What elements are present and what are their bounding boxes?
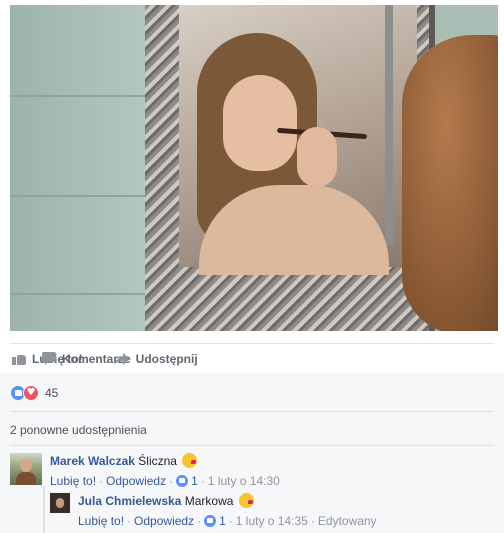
comment-author[interactable]: Marek Walczak (50, 454, 135, 468)
comment-reply: Jula Chmielewska Markowa Lubię to! · Odpow… (50, 493, 377, 530)
comment-timestamp[interactable]: 1 luty o 14:35 (236, 514, 308, 528)
separator-dot: · (228, 514, 233, 528)
comment-meta: Lubię to! · Odpowiedz · 1 · 1 luty o 14:35 · Edy… (78, 512, 377, 530)
comment-content: Jula Chmielewska Markowa (78, 493, 377, 509)
comment-bubble-icon (42, 352, 56, 365)
comment-timestamp[interactable]: 1 luty o 14:30 (208, 474, 280, 488)
separator-dot: · (197, 514, 202, 528)
reflection-face (223, 75, 297, 171)
comment-like-link[interactable]: Lubię to! (78, 514, 124, 528)
divider (10, 445, 494, 446)
comment-body: Marek Walczak Śliczna Lubię to! · Odpowied… (50, 453, 280, 490)
love-reaction-icon (23, 385, 39, 401)
comment-content: Marek Walczak Śliczna (50, 453, 280, 469)
mirror-frame (145, 5, 435, 331)
comment-author[interactable]: Jula Chmielewska (78, 494, 181, 508)
comment-meta: Lubię to! · Odpowiedz · 1 · 1 luty o 14:30 (50, 472, 280, 490)
comment-like-count[interactable]: 1 (191, 474, 198, 488)
thumbs-up-icon (12, 352, 26, 365)
post-action-bar: Lubię to! Komentarze Udostępnij (10, 343, 494, 373)
post-photo-container (0, 0, 504, 335)
share-button[interactable]: Udostępnij (114, 351, 198, 366)
divider (10, 411, 494, 412)
separator-dot: · (169, 474, 174, 488)
comment-body: Jula Chmielewska Markowa Lubię to! · Odpow… (78, 493, 377, 530)
feedback-area: 45 2 ponowne udostępnienia Marek Walczak… (0, 373, 504, 533)
avatar[interactable] (50, 493, 70, 513)
comment-like-count[interactable]: 1 (219, 514, 226, 528)
like-count-icon (176, 475, 189, 487)
comment-text: Śliczna (138, 454, 177, 468)
subject-hair (402, 35, 498, 331)
kiss-emoji-icon (182, 453, 198, 468)
kiss-emoji-icon (238, 493, 254, 508)
edited-label[interactable]: Edytowany (318, 514, 377, 528)
separator-dot: · (99, 474, 104, 488)
separator-dot: · (310, 514, 315, 528)
reflection-hand (297, 127, 337, 187)
reactions-count: 45 (45, 386, 59, 400)
comment: Marek Walczak Śliczna Lubię to! · Odpowied… (10, 453, 280, 490)
avatar[interactable] (10, 453, 42, 485)
comment-reply-link[interactable]: Odpowiedz (106, 474, 166, 488)
separator-dot: · (200, 474, 205, 488)
post-photo[interactable] (10, 5, 498, 331)
comment-text: Markowa (184, 494, 234, 508)
reflection-door (385, 5, 393, 245)
separator-dot: · (127, 514, 132, 528)
comment-like-link[interactable]: Lubię to! (50, 474, 96, 488)
share-arrow-icon (114, 352, 130, 365)
shares-count-link[interactable]: 2 ponowne udostępnienia (10, 423, 147, 437)
reply-thread-line (43, 486, 45, 533)
comment-reply-link[interactable]: Odpowiedz (134, 514, 194, 528)
like-count-icon (204, 515, 217, 527)
mirror-glass (179, 5, 417, 275)
share-label: Udostępnij (135, 351, 198, 366)
reactions-summary[interactable]: 45 (10, 383, 58, 403)
